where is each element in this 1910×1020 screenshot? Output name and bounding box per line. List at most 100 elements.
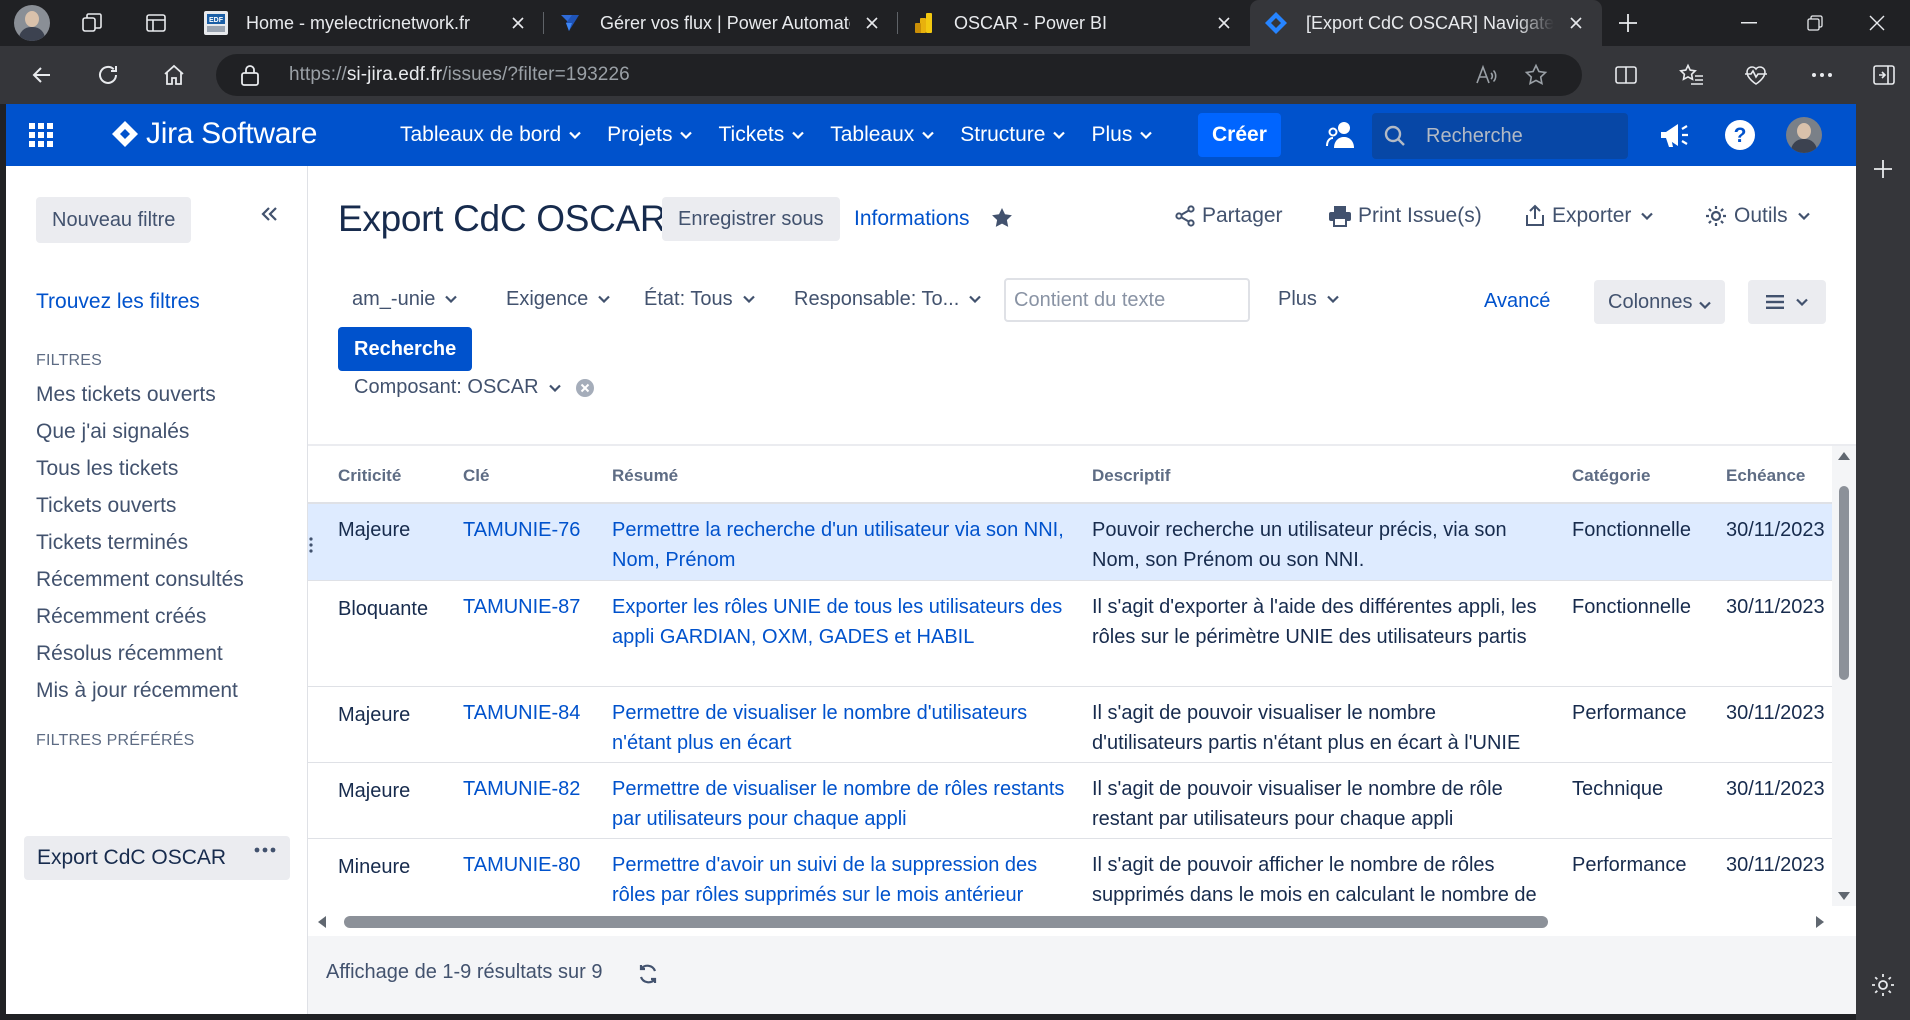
read-aloud-icon[interactable]	[1474, 63, 1498, 87]
filter-all-issues[interactable]: Tous les tickets	[36, 457, 178, 481]
table-row[interactable]: Majeure TAMUNIE-84 Permettre de visualis…	[308, 687, 1832, 763]
home-icon[interactable]	[158, 59, 190, 91]
tab-power-bi[interactable]: OSCAR - Power BI	[898, 0, 1250, 46]
issue-summary-link[interactable]: Permettre de visualiser le nombre de rôl…	[612, 774, 1068, 834]
filter-done-issues[interactable]: Tickets terminés	[36, 531, 188, 555]
workspaces-icon[interactable]	[76, 7, 108, 39]
assignee-filter-dropdown[interactable]: Responsable: To...	[794, 277, 982, 321]
table-row[interactable]: Majeure TAMUNIE-76 Permettre la recherch…	[308, 504, 1832, 581]
filter-recently-resolved[interactable]: Résolus récemment	[36, 642, 223, 666]
search-button[interactable]: Recherche	[338, 327, 473, 371]
find-filters-link[interactable]: Trouvez les filtres	[36, 290, 200, 314]
project-filter-dropdown[interactable]: am_-unie	[352, 277, 458, 321]
favorite-star-icon[interactable]	[1524, 63, 1548, 87]
print-issues-button[interactable]: Print Issue(s)	[1328, 204, 1482, 228]
filter-recently-viewed[interactable]: Récemment consultés	[36, 568, 244, 592]
issue-key-link[interactable]: TAMUNIE-82	[463, 774, 580, 804]
refresh-results-icon[interactable]	[636, 962, 660, 986]
column-header-categorie[interactable]: Catégorie	[1572, 466, 1650, 486]
more-options-icon[interactable]	[1806, 59, 1838, 91]
scrollbar-thumb[interactable]	[1839, 486, 1849, 680]
people-icon[interactable]	[1322, 117, 1358, 153]
issue-key-link[interactable]: TAMUNIE-84	[463, 698, 580, 728]
details-link[interactable]: Informations	[854, 207, 970, 231]
new-tab-icon[interactable]	[1612, 7, 1644, 39]
clear-filter-icon[interactable]	[575, 378, 595, 398]
close-tab-icon[interactable]	[1564, 11, 1588, 35]
help-icon[interactable]: ?	[1722, 117, 1758, 153]
column-header-descriptif[interactable]: Descriptif	[1092, 466, 1170, 486]
browser-health-icon[interactable]	[1740, 59, 1772, 91]
split-screen-icon[interactable]	[1610, 59, 1642, 91]
advanced-search-link[interactable]: Avancé	[1484, 290, 1550, 313]
filter-open-issues[interactable]: Tickets ouverts	[36, 494, 176, 518]
close-tab-icon[interactable]	[860, 11, 884, 35]
vertical-scrollbar[interactable]	[1832, 446, 1856, 906]
favorites-icon[interactable]	[1676, 59, 1708, 91]
menu-issues[interactable]: Tickets	[718, 123, 804, 147]
more-actions-icon[interactable]	[254, 847, 276, 853]
announcements-icon[interactable]	[1656, 117, 1692, 153]
close-window-icon[interactable]	[1844, 0, 1910, 46]
columns-button[interactable]: Colonnes	[1594, 280, 1725, 324]
favorite-star-icon[interactable]	[990, 206, 1014, 230]
filter-my-open-issues[interactable]: Mes tickets ouverts	[36, 383, 216, 407]
close-tab-icon[interactable]	[506, 11, 530, 35]
refresh-icon[interactable]	[92, 59, 124, 91]
user-avatar[interactable]	[1786, 117, 1822, 153]
text-search-field[interactable]	[1004, 278, 1250, 322]
text-search-input[interactable]	[1006, 280, 1248, 320]
lock-icon[interactable]	[240, 64, 260, 86]
address-bar[interactable]: https://si-jira.edf.fr/issues/?filter=19…	[216, 54, 1582, 96]
minimize-icon[interactable]	[1716, 0, 1782, 46]
table-row[interactable]: Mineure TAMUNIE-80 Permettre d'avoir un …	[308, 839, 1832, 906]
back-icon[interactable]	[26, 59, 58, 91]
new-filter-button[interactable]: Nouveau filtre	[36, 197, 192, 243]
column-header-cle[interactable]: Clé	[463, 466, 489, 486]
close-tab-icon[interactable]	[1212, 11, 1236, 35]
restore-icon[interactable]	[1782, 0, 1848, 46]
column-header-criticite[interactable]: Criticité	[338, 466, 401, 486]
issue-summary-link[interactable]: Permettre d'avoir un suivi de la suppres…	[612, 850, 1068, 906]
tab-actions-icon[interactable]	[140, 7, 172, 39]
app-switcher-icon[interactable]	[28, 122, 54, 148]
add-sidebar-app-icon[interactable]	[1872, 158, 1894, 180]
menu-structure[interactable]: Structure	[960, 123, 1066, 147]
filter-recently-updated[interactable]: Mis à jour récemment	[36, 679, 238, 703]
export-button[interactable]: Exporter	[1524, 204, 1654, 228]
sidebar-toggle-icon[interactable]	[1868, 59, 1900, 91]
tab-power-automate[interactable]: Gérer vos flux | Power Automate	[544, 0, 898, 46]
menu-projects[interactable]: Projets	[607, 123, 693, 147]
browser-profile-avatar[interactable]	[14, 5, 50, 41]
save-as-button[interactable]: Enregistrer sous	[662, 197, 840, 241]
issue-key-link[interactable]: TAMUNIE-87	[463, 592, 580, 622]
column-header-resume[interactable]: Résumé	[612, 466, 678, 486]
column-header-echeance[interactable]: Echéance	[1726, 466, 1805, 486]
horizontal-scrollbar[interactable]	[308, 906, 1832, 936]
menu-dashboards[interactable]: Tableaux de bord	[400, 123, 581, 147]
collapse-sidebar-icon[interactable]	[260, 206, 278, 222]
type-filter-dropdown[interactable]: Exigence	[506, 277, 611, 321]
sidebar-settings-icon[interactable]	[1870, 972, 1896, 998]
issue-summary-link[interactable]: Permettre de visualiser le nombre d'util…	[612, 698, 1068, 758]
filter-reported-by-me[interactable]: Que j'ai signalés	[36, 420, 189, 444]
tab-home-myelectricnetwork[interactable]: EDF Home - myelectricnetwork.fr	[190, 0, 544, 46]
table-row[interactable]: Bloquante TAMUNIE-87 Exporter les rôles …	[308, 581, 1832, 687]
status-filter-dropdown[interactable]: État: Tous	[644, 277, 755, 321]
issue-key-link[interactable]: TAMUNIE-80	[463, 850, 580, 880]
scrollbar-thumb[interactable]	[344, 916, 1548, 928]
favorite-filter-item[interactable]: Export CdC OSCAR	[24, 836, 290, 880]
component-filter-chip[interactable]: Composant: OSCAR	[354, 376, 595, 399]
view-options-button[interactable]	[1748, 280, 1826, 324]
tab-jira-export-cdc-oscar[interactable]: [Export CdC OSCAR] Navigateur	[1250, 0, 1602, 46]
filter-recently-created[interactable]: Récemment créés	[36, 605, 206, 629]
issue-summary-link[interactable]: Exporter les rôles UNIE de tous les util…	[612, 592, 1068, 652]
create-button[interactable]: Créer	[1198, 113, 1281, 157]
drag-handle-icon[interactable]	[308, 536, 314, 554]
issue-key-link[interactable]: TAMUNIE-76	[463, 515, 580, 545]
jira-logo[interactable]: Jira Software	[110, 117, 317, 151]
tools-button[interactable]: Outils	[1704, 204, 1810, 228]
menu-more[interactable]: Plus	[1091, 123, 1153, 147]
jira-search-box[interactable]: Recherche	[1372, 113, 1628, 159]
more-criteria-dropdown[interactable]: Plus	[1278, 277, 1339, 321]
